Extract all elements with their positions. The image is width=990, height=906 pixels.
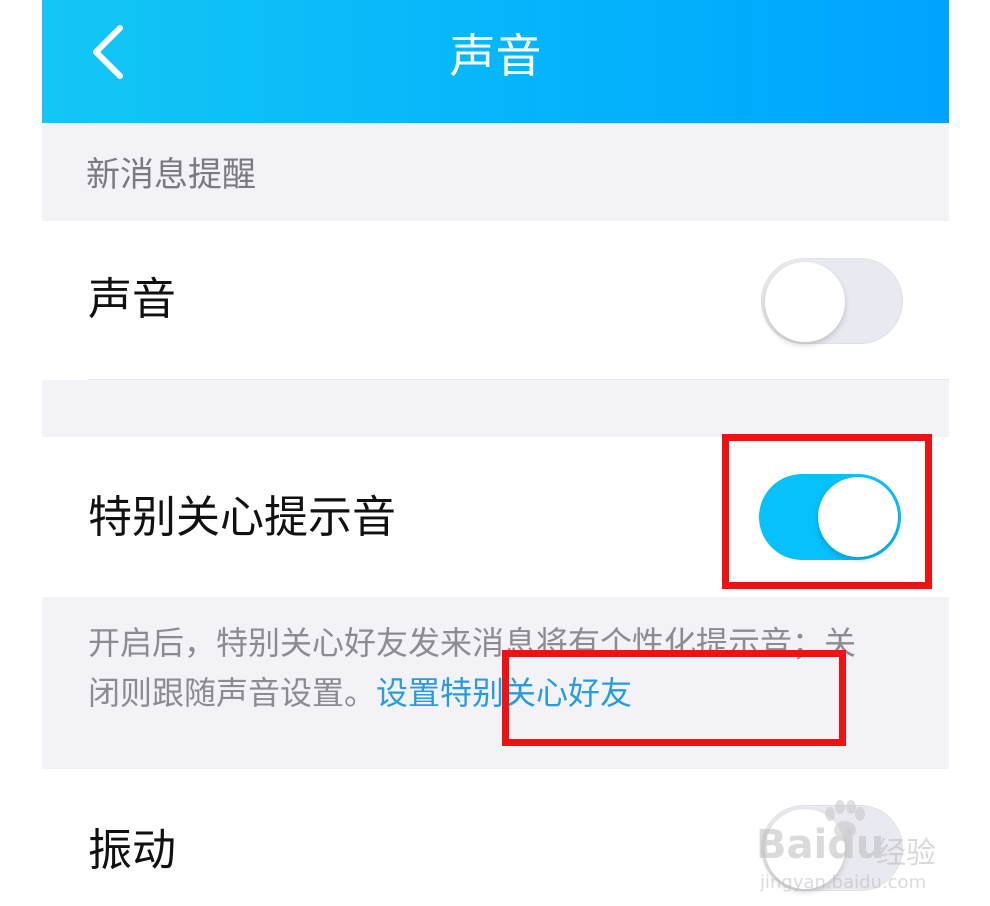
section-header-label: 新消息提醒 [86, 155, 256, 195]
vibration-label: 振动 [88, 825, 176, 876]
toggle-knob [765, 262, 845, 342]
toggle-knob [818, 477, 898, 557]
screenshot-canvas: 声音 新消息提醒 声音 特别关心提示音 开启后，特别关心好友发来消息将有个性化提… [0, 0, 990, 906]
sound-label: 声音 [88, 274, 176, 325]
section-header: 新消息提醒 [42, 123, 949, 221]
special-care-tone-toggle[interactable] [759, 474, 901, 560]
row-divider [88, 379, 949, 380]
watermark-url: jingyan.baidu.com [760, 872, 927, 893]
watermark-brand: Baidu [756, 822, 885, 868]
setting-row-sound: 声音 [42, 221, 949, 380]
watermark-cn: 经验 [876, 836, 936, 871]
special-care-description: 开启后，特别关心好友发来消息将有个性化提示音；关闭则跟随声音设置。设置特别关心好… [88, 618, 878, 718]
navigation-bar: 声音 [42, 0, 949, 123]
settings-screen: 声音 新消息提醒 声音 特别关心提示音 开启后，特别关心好友发来消息将有个性化提… [42, 0, 949, 906]
sound-toggle[interactable] [761, 258, 903, 344]
baidu-jingyan-watermark: Baidu 经验 jingyan.baidu.com [756, 800, 946, 896]
setting-row-special-care-tone: 特别关心提示音 [42, 437, 949, 597]
page-title: 声音 [449, 29, 542, 83]
special-care-tone-label: 特别关心提示音 [88, 492, 396, 543]
set-special-care-friends-link[interactable]: 设置特别关心好友 [376, 674, 632, 712]
